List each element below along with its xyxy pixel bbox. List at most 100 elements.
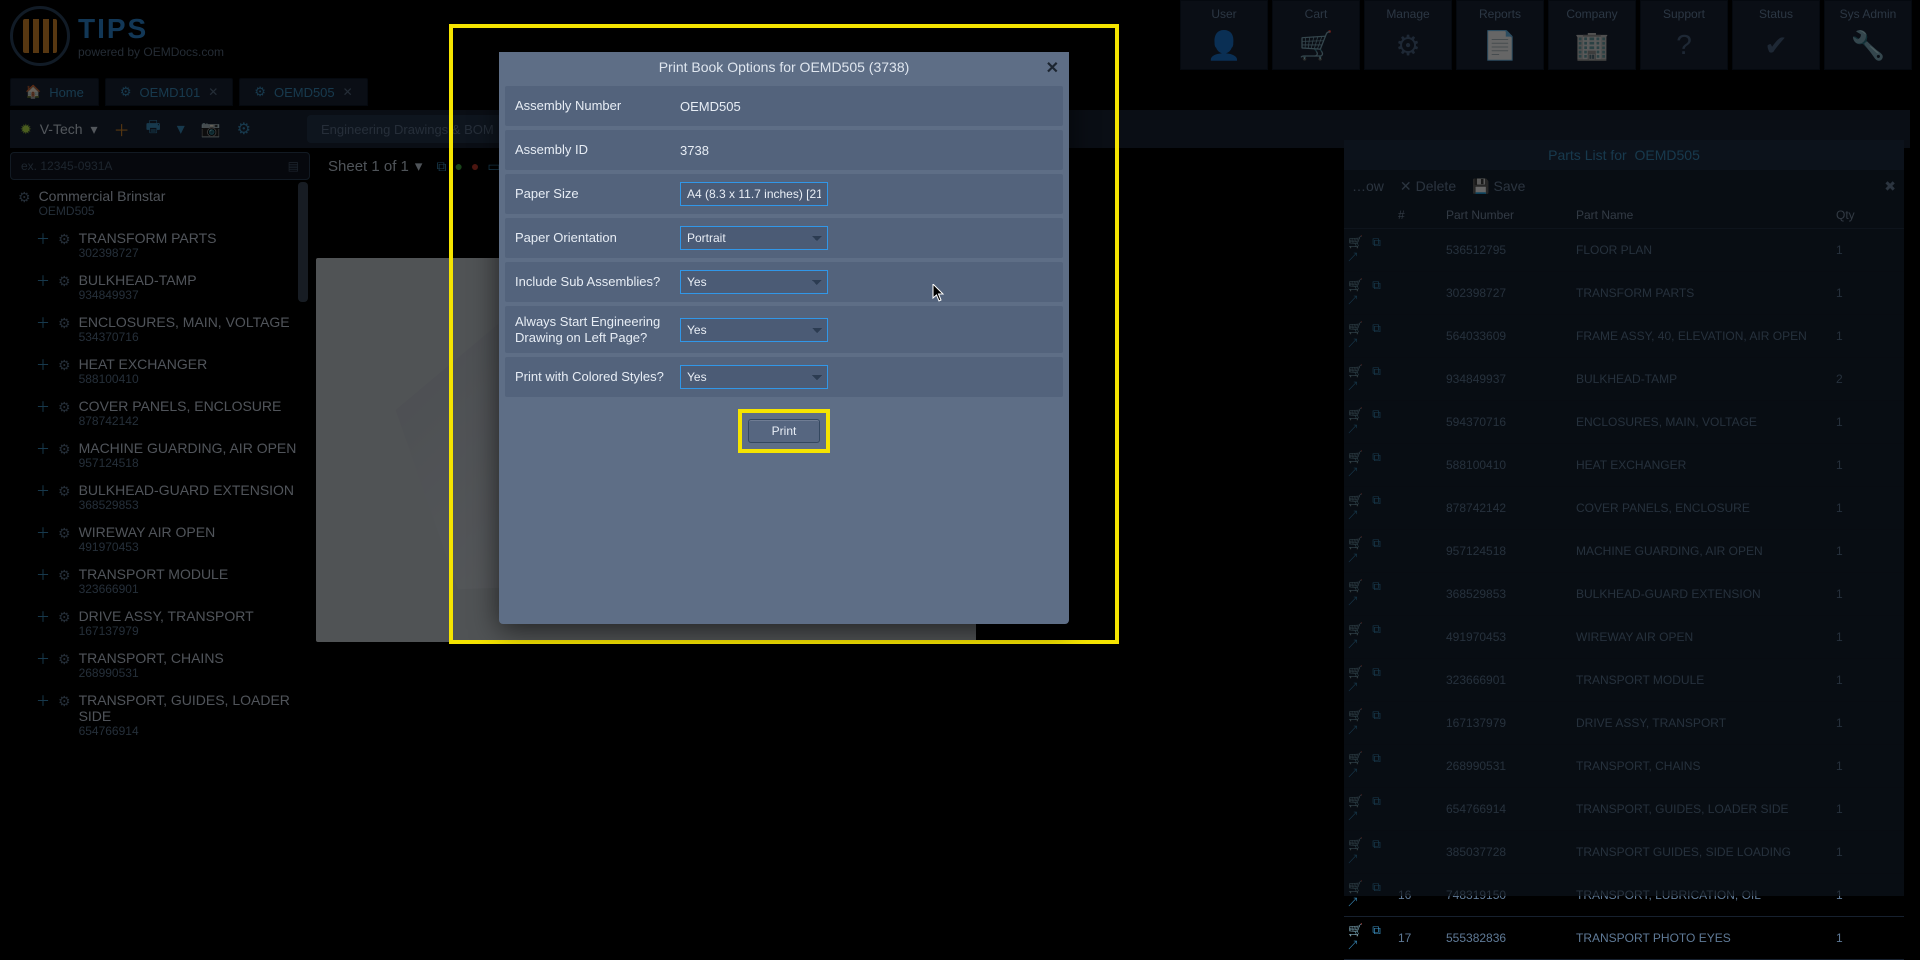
tab-home[interactable]: 🏠Home <box>10 78 99 106</box>
row-action-icons[interactable]: 🛒 ⧉ ↗ <box>1348 794 1398 824</box>
row-action-icons[interactable]: 🛒 ⧉ ↗ <box>1348 407 1398 437</box>
row-action-icons[interactable]: 🛒 ⧉ ↗ <box>1348 880 1398 910</box>
topmenu-user[interactable]: User👤 <box>1180 0 1268 70</box>
row-action-icons[interactable]: 🛒 ⧉ ↗ <box>1348 321 1398 351</box>
parts-row[interactable]: 🛒 ⧉ ↗385037728TRANSPORT GUIDES, SIDE LOA… <box>1344 831 1904 874</box>
left-page-select[interactable]: Yes <box>680 318 828 342</box>
label-colored: Print with Colored Styles? <box>515 369 670 385</box>
topmenu-cart[interactable]: Cart🛒 <box>1272 0 1360 70</box>
expand-icon[interactable]: ＋ <box>36 230 50 248</box>
parts-row[interactable]: 🛒 ⧉ ↗536512795FLOOR PLAN1 <box>1344 229 1904 272</box>
row-action-icons[interactable]: 🛒 ⧉ ↗ <box>1348 450 1398 480</box>
top-menu: User👤Cart🛒Manage⚙Reports📄Company🏢Support… <box>1180 0 1912 70</box>
parts-row[interactable]: 🛒 ⧉ ↗302398727TRANSFORM PARTS1 <box>1344 272 1904 315</box>
topmenu-company[interactable]: Company🏢 <box>1548 0 1636 70</box>
delete-button[interactable]: ✕ Delete <box>1400 178 1456 195</box>
expand-icon[interactable]: ＋ <box>36 692 50 710</box>
search-input[interactable]: ex. 12345-0931A ▤ <box>10 152 310 180</box>
row-action-icons[interactable]: 🛒 ⧉ ↗ <box>1348 751 1398 781</box>
tools-icon[interactable]: ✖ <box>1884 178 1896 195</box>
copy-icon[interactable]: ⧉ <box>436 158 446 175</box>
parts-row[interactable]: 🛒 ⧉ ↗17555382836TRANSPORT PHOTO EYES1 <box>1344 917 1904 960</box>
parts-row[interactable]: 🛒 ⧉ ↗368529853BULKHEAD-GUARD EXTENSION1 <box>1344 573 1904 616</box>
tab-oemd505[interactable]: ⚙OEMD505✕ <box>239 78 367 106</box>
row-action-icons[interactable]: 🛒 ⧉ ↗ <box>1348 493 1398 523</box>
topmenu-support[interactable]: Support? <box>1640 0 1728 70</box>
tree-item[interactable]: ＋⚙COVER PANELS, ENCLOSURE878742142 <box>10 392 308 434</box>
dropdown-icon[interactable]: ▾ <box>177 119 185 139</box>
row-action-icons[interactable]: 🛒 ⧉ ↗ <box>1348 837 1398 867</box>
paper-size-select[interactable] <box>680 182 828 206</box>
parts-row[interactable]: 🛒 ⧉ ↗934849937BULKHEAD-TAMP2 <box>1344 358 1904 401</box>
tree-item[interactable]: ＋⚙BULKHEAD-GUARD EXTENSION368529853 <box>10 476 308 518</box>
tree-item[interactable]: ＋⚙WIREWAY AIR OPEN491970453 <box>10 518 308 560</box>
tree-item[interactable]: ＋⚙BULKHEAD-TAMP934849937 <box>10 266 308 308</box>
close-icon[interactable]: ✕ <box>343 85 353 99</box>
topmenu-reports[interactable]: Reports📄 <box>1456 0 1544 70</box>
topmenu-sys-admin[interactable]: Sys Admin🔧 <box>1824 0 1912 70</box>
row-action-icons[interactable]: 🛒 ⧉ ↗ <box>1348 665 1398 695</box>
row-action-icons[interactable]: 🛒 ⧉ ↗ <box>1348 579 1398 609</box>
print-icon[interactable]: 🖶 <box>146 116 161 143</box>
reject-icon[interactable]: ● <box>471 158 479 175</box>
expand-icon[interactable]: ＋ <box>36 314 50 332</box>
expand-icon[interactable]: ＋ <box>36 356 50 374</box>
expand-icon[interactable]: ＋ <box>36 566 50 584</box>
expand-icon[interactable]: ＋ <box>36 524 50 542</box>
row-action-icons[interactable]: 🛒 ⧉ ↗ <box>1348 536 1398 566</box>
parts-row[interactable]: 🛒 ⧉ ↗588100410HEAT EXCHANGER1 <box>1344 444 1904 487</box>
expand-icon[interactable]: ＋ <box>36 272 50 290</box>
add-row-button[interactable]: …ow <box>1352 178 1384 194</box>
parts-row[interactable]: 🛒 ⧉ ↗654766914TRANSPORT, GUIDES, LOADER … <box>1344 788 1904 831</box>
parts-header: # Part Number Part Name Qty <box>1344 202 1904 229</box>
row-action-icons[interactable]: 🛒 ⧉ ↗ <box>1348 235 1398 265</box>
row-action-icons[interactable]: 🛒 ⧉ ↗ <box>1348 278 1398 308</box>
tree-item[interactable]: ＋⚙TRANSPORT, GUIDES, LOADER SIDE65476691… <box>10 686 308 744</box>
expand-icon[interactable]: ＋ <box>36 398 50 416</box>
tree-item[interactable]: ＋⚙TRANSPORT, CHAINS268990531 <box>10 644 308 686</box>
tree-root[interactable]: ⚙ Commercial Brinstar OEMD505 <box>10 182 308 224</box>
gear-icon: ⚙ <box>58 566 71 584</box>
context-selector[interactable]: ✹ V-Tech ▾ <box>20 121 98 138</box>
row-action-icons[interactable]: 🛒 ⧉ ↗ <box>1348 708 1398 738</box>
row-action-icons[interactable]: 🛒 ⧉ ↗ <box>1348 364 1398 394</box>
tree-item[interactable]: ＋⚙HEAT EXCHANGER588100410 <box>10 350 308 392</box>
camera-icon[interactable]: 📷 <box>201 119 221 139</box>
gear-icon[interactable]: ⚙ <box>237 119 251 139</box>
expand-icon[interactable]: ＋ <box>36 440 50 458</box>
expand-icon[interactable]: ＋ <box>36 482 50 500</box>
parts-row[interactable]: 🛒 ⧉ ↗878742142COVER PANELS, ENCLOSURE1 <box>1344 487 1904 530</box>
topmenu-manage[interactable]: Manage⚙ <box>1364 0 1452 70</box>
orientation-select[interactable]: Portrait <box>680 226 828 250</box>
sub-assemblies-select[interactable]: Yes <box>680 270 828 294</box>
parts-row[interactable]: 🛒 ⧉ ↗594370716ENCLOSURES, MAIN, VOLTAGE1 <box>1344 401 1904 444</box>
row-qty: 1 <box>1836 501 1876 515</box>
save-button[interactable]: 💾 Save <box>1472 178 1525 195</box>
tree-item[interactable]: ＋⚙TRANSPORT MODULE323666901 <box>10 560 308 602</box>
colored-select[interactable]: Yes <box>680 365 828 389</box>
parts-row[interactable]: 🛒 ⧉ ↗167137979DRIVE ASSY, TRANSPORT1 <box>1344 702 1904 745</box>
expand-icon[interactable]: ＋ <box>36 650 50 668</box>
chevron-down-icon: ▾ <box>415 157 423 175</box>
topmenu-status[interactable]: Status✔ <box>1732 0 1820 70</box>
tree-item[interactable]: ＋⚙ENCLOSURES, MAIN, VOLTAGE534370716 <box>10 308 308 350</box>
sheet-indicator[interactable]: Sheet 1 of 1 ▾ ⧉ ● ● ▭ <box>328 157 501 175</box>
tree-item[interactable]: ＋⚙TRANSFORM PARTS302398727 <box>10 224 308 266</box>
parts-row[interactable]: 🛒 ⧉ ↗491970453WIREWAY AIR OPEN1 <box>1344 616 1904 659</box>
parts-row[interactable]: 🛒 ⧉ ↗268990531TRANSPORT, CHAINS1 <box>1344 745 1904 788</box>
parts-row[interactable]: 🛒 ⧉ ↗564033609FRAME ASSY, 40, ELEVATION,… <box>1344 315 1904 358</box>
print-button[interactable]: Print <box>748 419 820 443</box>
parts-row[interactable]: 🛒 ⧉ ↗957124518MACHINE GUARDING, AIR OPEN… <box>1344 530 1904 573</box>
row-action-icons[interactable]: 🛒 ⧉ ↗ <box>1348 622 1398 652</box>
tree-item[interactable]: ＋⚙DRIVE ASSY, TRANSPORT167137979 <box>10 602 308 644</box>
close-icon[interactable]: ✕ <box>208 85 218 99</box>
parts-row[interactable]: 🛒 ⧉ ↗323666901TRANSPORT MODULE1 <box>1344 659 1904 702</box>
expand-icon[interactable]: ＋ <box>36 608 50 626</box>
row-action-icons[interactable]: 🛒 ⧉ ↗ <box>1348 923 1398 953</box>
close-icon[interactable]: ✕ <box>1046 58 1059 78</box>
tab-oemd101[interactable]: ⚙OEMD101✕ <box>105 78 233 106</box>
add-icon[interactable]: ＋ <box>114 117 130 141</box>
tree-scrollbar[interactable] <box>298 182 308 302</box>
approve-icon[interactable]: ● <box>454 158 462 175</box>
tree-item[interactable]: ＋⚙MACHINE GUARDING, AIR OPEN957124518 <box>10 434 308 476</box>
